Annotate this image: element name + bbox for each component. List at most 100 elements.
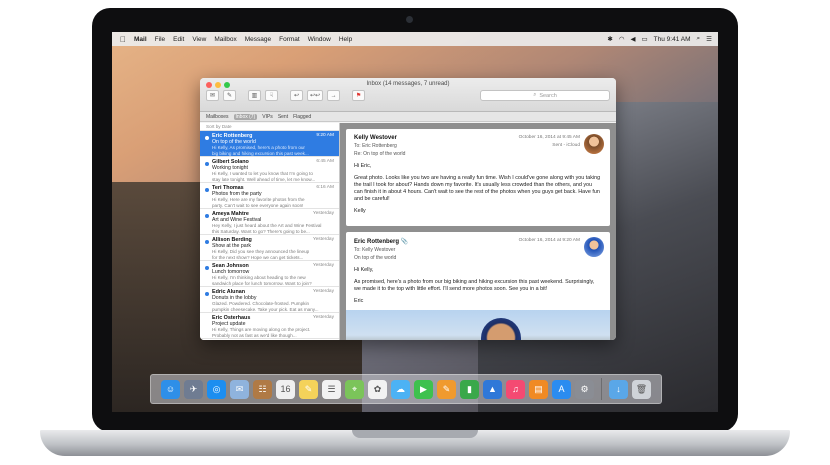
ibooks-icon[interactable]: ▤: [529, 379, 548, 399]
envelope-icon: ✉: [209, 93, 216, 99]
mail-icon[interactable]: ✉: [230, 379, 249, 399]
junk-button[interactable]: ☟: [265, 90, 278, 101]
flag-button[interactable]: ⚑: [352, 90, 366, 101]
message-preview: this Saturday. Want to go? There's going…: [212, 228, 310, 234]
launchpad-icon[interactable]: ✈: [184, 379, 203, 399]
message-sent-account: Sent - iCloud: [552, 143, 580, 148]
delete-button[interactable]: ▥: [248, 90, 261, 101]
message-body: Hi Kelly, As promised, here's a photo fr…: [354, 267, 602, 305]
menu-help[interactable]: Help: [339, 36, 352, 43]
message-preview: stay late tonight. Well ahead of time, l…: [212, 176, 316, 182]
menu-app[interactable]: Mail: [134, 36, 147, 43]
message-signoff: Kelly: [354, 208, 366, 214]
message-row[interactable]: Sean Johnson Yesterday Lunch tomorrow Hi Ke…: [200, 261, 339, 287]
message-greeting: Hi Eric,: [354, 163, 372, 169]
forward-icon: →: [330, 92, 337, 99]
photos-icon[interactable]: ✿: [368, 379, 387, 399]
message-date: 6:16 AM: [316, 185, 334, 190]
notes-icon[interactable]: ✎: [299, 379, 318, 399]
menu-view[interactable]: View: [192, 36, 206, 43]
finder-icon[interactable]: ☺: [161, 379, 180, 399]
trash-icon: ▥: [251, 93, 258, 99]
message-list: Sort by Date Eric Rottenberg 9:20 AM On to…: [200, 123, 340, 340]
contacts-icon[interactable]: ☷: [253, 379, 272, 399]
menu-window[interactable]: Window: [308, 36, 331, 43]
menu-edit[interactable]: Edit: [173, 36, 184, 43]
message-preview: Hey Kelly, I just heard about the Art an…: [212, 223, 322, 228]
cyclist-photo-subject: [481, 318, 521, 340]
message-date: October 16, 2014 at 9:20 AM: [518, 238, 580, 243]
message-preview: sandwich place for lunch tomorrow. Want …: [212, 280, 312, 286]
unread-indicator-icon: [205, 292, 209, 296]
reply-all-button[interactable]: ↩↩: [307, 90, 324, 101]
clock[interactable]: Thu 9:41 AM: [654, 36, 691, 43]
system-preferences-icon[interactable]: ⚙: [575, 379, 594, 399]
unread-indicator-icon: [205, 240, 209, 244]
battery-icon[interactable]: ▭: [642, 35, 648, 43]
message-preview: for the next show? Hope we can get ticke…: [212, 254, 304, 260]
message-greeting: Hi Kelly,: [354, 267, 374, 273]
volume-icon[interactable]: ◀: [631, 35, 636, 43]
unread-indicator-icon: [205, 136, 209, 140]
downloads-icon[interactable]: ↓: [609, 379, 628, 399]
facetime-icon[interactable]: ▶: [414, 379, 433, 399]
keynote-icon[interactable]: ▲: [483, 379, 502, 399]
favorites-inbox[interactable]: Inbox (7): [233, 113, 258, 120]
message-row[interactable]: Ameya Mahtre Yesterday Art and Wine Festiv…: [200, 209, 339, 235]
app-store-icon[interactable]: A: [552, 379, 571, 399]
favorites-mailboxes[interactable]: Mailboxes: [206, 114, 229, 120]
spotlight-icon[interactable]: ⌕: [697, 35, 701, 43]
message-date: Yesterday: [312, 211, 334, 216]
menu-mailbox[interactable]: Mailbox: [214, 36, 236, 43]
maps-icon[interactable]: ⌖: [345, 379, 364, 399]
numbers-icon[interactable]: ▮: [460, 379, 479, 399]
reminders-icon[interactable]: ☰: [322, 379, 341, 399]
calendar-icon[interactable]: 16: [276, 379, 295, 399]
message-body: Hi Eric, Great photo. Looks like you two…: [354, 163, 602, 215]
message-row[interactable]: Teri Thomas 6:16 AM Photos from the party H…: [200, 183, 339, 209]
message-row[interactable]: Allison Berding Yesterday Show at the park…: [200, 235, 339, 261]
message-row[interactable]: Eric Osterhaus Yesterday Project update Hi …: [200, 313, 339, 339]
safari-icon[interactable]: ◎: [207, 379, 226, 399]
message-date: Yesterday: [312, 315, 334, 320]
attached-photo[interactable]: [346, 310, 610, 340]
dock-separator: [601, 378, 602, 400]
favorites-sent[interactable]: Sent: [278, 114, 288, 120]
message-row[interactable]: Edric Alunan Yesterday Donuts in the lobby…: [200, 287, 339, 313]
unread-indicator-icon: [205, 162, 209, 166]
sort-control[interactable]: Sort by Date: [200, 123, 339, 131]
favorites-flagged[interactable]: Flagged: [293, 114, 311, 120]
message-row[interactable]: Gilbert Solano 6:45 AM Working tonight Hi K…: [200, 157, 339, 183]
message-text: As promised, here's a photo from our big…: [354, 279, 595, 292]
message-row[interactable]: Eric Rottenberg 9:20 AM On top of the worl…: [200, 131, 339, 157]
bluetooth-icon[interactable]: ✱: [607, 35, 612, 43]
menu-message[interactable]: Message: [245, 36, 271, 43]
forward-button[interactable]: →: [327, 90, 341, 101]
pages-icon[interactable]: ✎: [437, 379, 456, 399]
messages-icon[interactable]: ☁: [391, 379, 410, 399]
search-icon: ⌕: [533, 92, 537, 98]
reply-button[interactable]: ↩: [290, 90, 303, 101]
reply-icon: ↩: [293, 93, 300, 99]
favorites-vips[interactable]: VIPs: [262, 114, 273, 120]
compose-icon: ✎: [226, 93, 233, 99]
avatar: [584, 237, 604, 257]
message-signoff: Eric: [354, 298, 364, 304]
unread-indicator-icon: [205, 214, 209, 218]
menu-format[interactable]: Format: [279, 36, 300, 43]
trash-icon[interactable]: 🗑: [632, 379, 651, 399]
message-card[interactable]: Eric Rottenberg 📎 To: Kelly Westover On …: [346, 232, 610, 340]
get-mail-button[interactable]: ✉: [206, 90, 219, 101]
wifi-icon[interactable]: ◠: [619, 35, 625, 43]
itunes-icon[interactable]: ♫: [506, 379, 525, 399]
menu-file[interactable]: File: [155, 36, 165, 43]
apple-menu-icon[interactable]: : [120, 35, 126, 44]
title-bar: Inbox (14 messages, 7 unread) ✉ ✎ ▥ ☟ ↩ …: [200, 78, 616, 112]
search-field[interactable]: ⌕ Search: [480, 90, 610, 101]
notification-center-icon[interactable]: ☰: [706, 35, 712, 43]
conversation-pane: Kelly Westover To: Eric Rottenberg Re: O…: [340, 123, 616, 340]
avatar: [584, 134, 604, 154]
message-card[interactable]: Kelly Westover To: Eric Rottenberg Re: O…: [346, 129, 610, 226]
compose-button[interactable]: ✎: [223, 90, 236, 101]
reply-all-icon: ↩↩: [310, 93, 321, 99]
